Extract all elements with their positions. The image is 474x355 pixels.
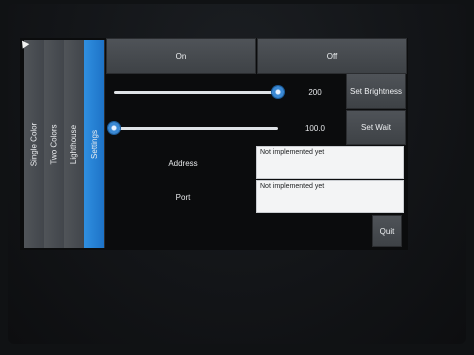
wait-slider-handle[interactable] [108,122,120,134]
address-field[interactable]: Not implemented yet [256,146,404,179]
brightness-slider-handle[interactable] [272,86,284,98]
port-label: Port [175,192,191,202]
tab-label: Lighthouse [69,124,79,164]
set-brightness-button[interactable]: Set Brightness [346,73,406,109]
brightness-slider-track[interactable] [114,91,278,94]
quit-button[interactable]: Quit [372,215,402,247]
tab-label: Two Colors [49,123,59,165]
wait-slider-track[interactable] [114,127,278,130]
tab-lighthouse[interactable]: Lighthouse [64,40,85,248]
tab-settings[interactable]: Settings [84,40,105,248]
off-button[interactable]: Off [257,38,407,74]
tab-two-colors[interactable]: Two Colors [44,40,65,248]
tab-label: Settings [89,129,99,159]
port-field[interactable]: Not implemented yet [256,180,404,213]
tab-single-color[interactable]: Single Color [24,40,45,248]
wait-value: 100.0 [304,123,326,133]
brightness-value: 200 [308,87,322,97]
on-button[interactable]: On [106,38,256,74]
set-wait-button[interactable]: Set Wait [346,110,406,145]
tab-label: Single Color [29,122,39,166]
address-label: Address [168,158,198,168]
